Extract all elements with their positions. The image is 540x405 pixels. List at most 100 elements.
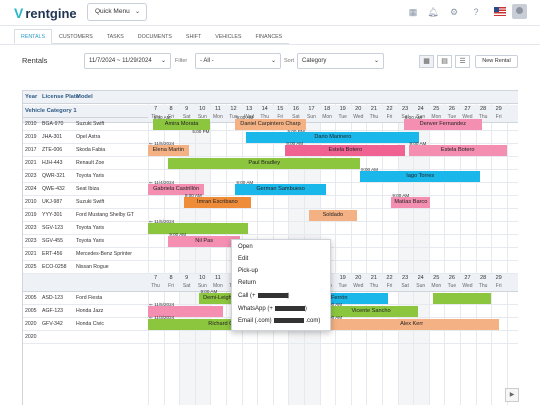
calendar-icon[interactable]: ▦: [407, 6, 419, 18]
table-row[interactable]: 2020: [23, 331, 518, 344]
booking-bar[interactable]: Alex Kerr: [324, 319, 499, 330]
new-rental-button[interactable]: New Rental: [475, 55, 518, 68]
list-view-button[interactable]: ☰: [455, 55, 470, 68]
booking-start-time: ⇐ 11/5/2024: [149, 141, 175, 146]
day-number: 19: [339, 106, 346, 112]
row-plate: JHA-301: [42, 134, 63, 140]
booking-customer-name: Estela Botero: [440, 147, 475, 153]
tab-rentals[interactable]: RENTALS: [14, 29, 53, 44]
booking-start-time: 9:00 AM: [153, 115, 171, 120]
bell-icon[interactable]: 🔔︎: [427, 6, 439, 18]
table-row[interactable]: 2010 UKJ-987 Suzuki Swift: [23, 196, 518, 209]
tab-shift[interactable]: SHIFT: [179, 29, 208, 44]
booking-bar[interactable]: Demi-Leigh: [199, 293, 236, 304]
row-year: 2010: [25, 121, 37, 127]
booking-bar[interactable]: Iago Torres: [360, 171, 481, 182]
booking-start-time: ⇐ 11/5/2024: [149, 219, 175, 224]
day-weekday: Thu: [478, 283, 488, 289]
day-weekday: Mon: [431, 283, 442, 289]
tab-documents[interactable]: DOCUMENTS: [131, 29, 179, 44]
menu-item-pickup[interactable]: Pick-up: [238, 268, 258, 274]
filter-value: - All -: [200, 58, 214, 64]
booking-customer-name: Iago Torres: [406, 173, 435, 179]
day-number: 21: [370, 275, 377, 281]
booking-bar[interactable]: Paul Bradley: [168, 158, 361, 169]
day-number: 17: [308, 106, 315, 112]
menu-item-edit[interactable]: Edit: [238, 256, 248, 262]
day-weekday: Fri: [495, 283, 502, 289]
main-tabs: RENTALS CUSTOMERS TASKS DOCUMENTS SHIFT VEHIC…: [14, 29, 290, 44]
day-number: 21: [370, 106, 377, 112]
day-number: 22: [386, 275, 393, 281]
tab-customers[interactable]: CUSTOMERS: [52, 29, 100, 44]
context-menu: Open Edit Pick-up Return Call (+) WhatsApp (+…: [231, 239, 331, 331]
booking-bar[interactable]: Dario Marinero: [246, 132, 420, 143]
quick-menu-button[interactable]: Quick Menu ⌄: [87, 3, 147, 21]
gear-icon[interactable]: ⚙: [448, 6, 460, 18]
tab-tasks[interactable]: TASKS: [100, 29, 131, 44]
row-year: 2005: [25, 308, 37, 314]
menu-item-email[interactable]: Email (.com) .com): [238, 318, 320, 324]
row-model: Opel Astra: [76, 134, 101, 140]
booking-customer-name: Estela Botero: [328, 147, 363, 153]
row-model: Honda Jazz: [76, 308, 104, 314]
booking-customer-name: Soldado: [322, 212, 344, 218]
chevron-down-icon: ⌄: [270, 58, 276, 64]
day-number: 14: [261, 106, 268, 112]
tab-vehicles[interactable]: VEHICLES: [208, 29, 248, 44]
row-model: Ford Mustang Shelby GT: [76, 212, 134, 218]
menu-item-return[interactable]: Return: [238, 280, 256, 286]
day-number: 27: [464, 275, 471, 281]
row-plate: QWR-321: [42, 173, 66, 179]
day-number: 10: [199, 275, 206, 281]
menu-item-call[interactable]: Call (+): [238, 293, 290, 299]
row-year: 2019: [25, 134, 37, 140]
booking-bar[interactable]: Soldado: [308, 210, 358, 221]
booking-bar[interactable]: Nil Pas: [168, 236, 241, 247]
row-model: Seat Ibiza: [76, 186, 100, 192]
sort-select[interactable]: Category ⌄: [297, 53, 384, 69]
sort-value: Category: [302, 58, 327, 64]
filter-label: Filter: [175, 58, 188, 64]
booking-start-time: 9:00 AM: [200, 289, 218, 294]
tab-finances[interactable]: FINANCES: [248, 29, 289, 44]
day-weekday: Sat: [401, 283, 409, 289]
row-year: 2017: [25, 147, 37, 153]
booking-bar[interactable]: Estela Botero: [408, 145, 507, 156]
calendar-view-button[interactable]: ▤: [437, 55, 452, 68]
category-header[interactable]: Vehicle Category 1: [23, 105, 148, 118]
row-model: Honda Civic: [76, 321, 104, 327]
brand-logo[interactable]: V rentgine: [14, 5, 77, 21]
booking-start-time: 9:00 AM: [184, 193, 202, 198]
day-number: 20: [355, 106, 362, 112]
table-row[interactable]: 2019 YYY-301 Ford Mustang Shelby GT: [23, 209, 518, 222]
row-model: Toyota Yaris: [76, 225, 105, 231]
year-header: Year: [25, 94, 38, 100]
row-plate: ZTE-006: [42, 147, 63, 153]
scroll-right-button[interactable]: ▶: [505, 388, 519, 402]
list-view-icon: ☰: [459, 58, 466, 65]
booking-bar[interactable]: Denver Fernandez: [403, 119, 482, 130]
booking-bar[interactable]: [433, 293, 492, 304]
day-weekday: Fri: [168, 283, 175, 289]
booking-bar[interactable]: Matías Barco: [391, 197, 431, 208]
help-icon[interactable]: ?: [470, 6, 482, 18]
page-title: Rentals: [22, 56, 48, 65]
grid-view-icon: ▦: [423, 58, 430, 65]
grid-view-button[interactable]: ▦: [419, 55, 434, 68]
us-flag-icon[interactable]: [494, 7, 506, 16]
table-row[interactable]: 2023 SGV-123 Toyota Yaris: [23, 222, 518, 235]
top-bar: V rentgine Quick Menu ⌄ ▦ 🔔︎ ⚙ ?: [0, 0, 540, 26]
date-range-select[interactable]: 11/7/2024 ~ 11/29/2024 ⌄: [84, 53, 171, 69]
menu-item-whatsapp[interactable]: WhatsApp (+): [238, 306, 307, 312]
day-number: 23: [401, 106, 409, 112]
avatar[interactable]: [512, 4, 527, 19]
booking-bar[interactable]: Imran Escribano: [183, 197, 251, 208]
menu-item-open[interactable]: Open: [238, 244, 253, 250]
filter-select[interactable]: - All - ⌄: [195, 53, 281, 69]
booking-customer-name: Vicente Sancho: [351, 308, 391, 314]
booking-bar[interactable]: German Sambueso: [235, 184, 326, 195]
plate-header: License Plate: [42, 94, 80, 100]
calendar-view-icon: ▤: [441, 58, 448, 65]
booking-bar[interactable]: Estela Botero: [285, 145, 406, 156]
